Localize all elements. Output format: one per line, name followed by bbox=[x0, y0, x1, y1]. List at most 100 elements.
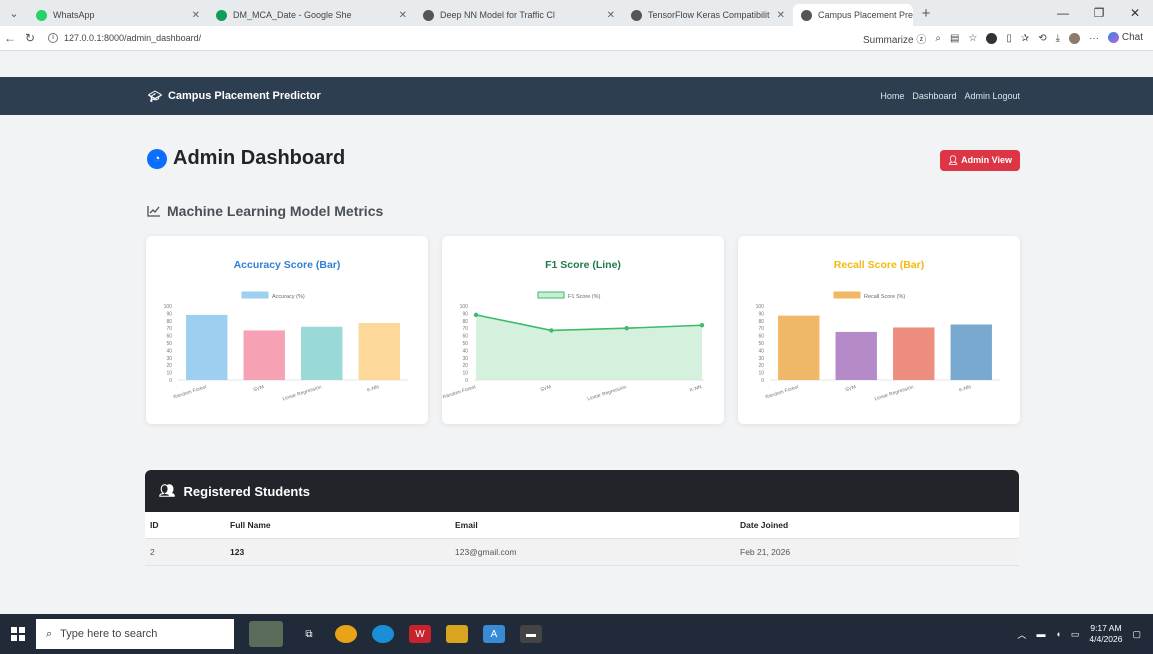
users-icon: 👥︎ bbox=[159, 483, 176, 498]
legend-swatch bbox=[537, 291, 565, 299]
search-page-icon[interactable]: ⌕ bbox=[935, 33, 941, 44]
tab-favicon-icon bbox=[423, 9, 434, 21]
tab-close-icon[interactable]: ✕ bbox=[393, 10, 407, 21]
task-view-icon[interactable]: ⧉ bbox=[298, 625, 320, 643]
minimize-icon[interactable]: — bbox=[1045, 6, 1081, 20]
tab-favicon-icon bbox=[631, 9, 642, 21]
maximize-icon[interactable]: ❐ bbox=[1081, 6, 1117, 20]
y-tick-label: 70 bbox=[166, 326, 172, 332]
volume-icon[interactable]: ◖ bbox=[1055, 629, 1060, 639]
tab-title: TensorFlow Keras Compatibilit bbox=[648, 10, 770, 20]
tab-close-icon[interactable]: ✕ bbox=[771, 10, 785, 21]
y-tick-label: 10 bbox=[462, 371, 468, 377]
y-tick-label: 100 bbox=[756, 304, 765, 310]
extension-icon[interactable] bbox=[986, 32, 998, 44]
y-tick-label: 40 bbox=[758, 348, 764, 354]
tab-favicon-icon bbox=[801, 9, 812, 21]
downloads-icon[interactable]: ⤓ bbox=[1056, 33, 1060, 44]
data-point bbox=[699, 323, 705, 328]
url-field[interactable]: i 127.0.0.1:8000/admin_dashboard/ bbox=[48, 33, 863, 43]
search-icon: ⌕ bbox=[46, 627, 53, 640]
new-tab-button[interactable]: + bbox=[913, 5, 939, 22]
reader-icon[interactable]: ▤ bbox=[950, 33, 959, 44]
tab-close-icon[interactable]: ✕ bbox=[601, 10, 615, 21]
terminal-icon[interactable]: ▬ bbox=[520, 625, 542, 643]
legend-label: Accuracy (%) bbox=[272, 294, 305, 300]
app-icon[interactable]: A bbox=[483, 625, 505, 643]
cell-name: 123 bbox=[225, 538, 450, 566]
clock-date: 4/4/2026 bbox=[1089, 634, 1123, 644]
app-navbar: 🎓︎ Campus Placement Predictor Home Dashb… bbox=[0, 77, 1153, 115]
y-tick-label: 60 bbox=[758, 334, 764, 340]
admin-view-label: Admin View bbox=[961, 155, 1012, 165]
split-screen-icon[interactable]: ▯ bbox=[1006, 33, 1012, 44]
browser-tab[interactable]: Deep NN Model for Traffic Cl ✕ bbox=[415, 4, 623, 26]
keyboard-icon[interactable]: ▭ bbox=[1071, 629, 1080, 640]
y-tick-label: 100 bbox=[164, 304, 173, 310]
notifications-icon[interactable]: ▢ bbox=[1132, 629, 1141, 640]
back-icon[interactable]: ← bbox=[0, 31, 20, 45]
bar bbox=[950, 324, 992, 380]
summarize-button[interactable]: Summarize ⓩ bbox=[863, 31, 926, 46]
tab-close-icon[interactable]: ✕ bbox=[186, 10, 200, 21]
page-title-text: Admin Dashboard bbox=[173, 147, 346, 169]
y-tick-label: 80 bbox=[462, 319, 468, 325]
line-area-fill bbox=[476, 314, 702, 380]
line-chart-icon bbox=[147, 206, 160, 217]
x-tick-label: SVM bbox=[845, 384, 857, 393]
profile-avatar[interactable] bbox=[1069, 32, 1081, 44]
column-header: Date Joined bbox=[735, 512, 1019, 539]
network-icon[interactable]: ▬ bbox=[1036, 629, 1045, 639]
y-tick-label: 50 bbox=[462, 341, 468, 347]
y-tick-label: 10 bbox=[758, 371, 764, 377]
y-tick-label: 90 bbox=[462, 311, 468, 317]
url-text: 127.0.0.1:8000/admin_dashboard/ bbox=[64, 33, 202, 43]
tab-list-icon[interactable]: ⌄ bbox=[0, 7, 28, 20]
history-icon[interactable]: ⟲ bbox=[1038, 33, 1046, 44]
page-header: ◔ Admin Dashboard 👤︎ Admin View bbox=[147, 147, 1020, 179]
start-button[interactable] bbox=[0, 614, 36, 654]
edge-icon[interactable] bbox=[372, 625, 394, 643]
close-window-icon[interactable]: ✕ bbox=[1117, 6, 1153, 20]
x-tick-label: SVM bbox=[540, 384, 552, 393]
site-info-icon[interactable]: i bbox=[48, 33, 58, 43]
brand-link[interactable]: 🎓︎ Campus Placement Predictor bbox=[148, 90, 321, 103]
file-explorer-icon[interactable] bbox=[446, 625, 468, 643]
x-tick-label: SVM bbox=[253, 384, 265, 393]
copilot-chat-button[interactable]: Chat bbox=[1108, 32, 1143, 44]
favorite-icon[interactable]: ☆ bbox=[968, 33, 977, 44]
wps-office-icon[interactable]: W bbox=[409, 625, 431, 643]
y-tick-label: 30 bbox=[166, 356, 172, 362]
x-tick-label: K-NN bbox=[689, 384, 703, 394]
browser-tab[interactable]: TensorFlow Keras Compatibilit ✕ bbox=[623, 4, 793, 26]
user-cog-icon: 👤︎ bbox=[947, 155, 959, 165]
y-tick-label: 20 bbox=[462, 363, 468, 369]
tab-title: DM_MCA_Date - Google She bbox=[233, 10, 352, 20]
y-tick-label: 0 bbox=[465, 378, 468, 384]
nav-dashboard-link[interactable]: Dashboard bbox=[912, 91, 956, 101]
y-tick-label: 70 bbox=[462, 326, 468, 332]
favorites-icon[interactable]: ✰ bbox=[1021, 33, 1029, 44]
chrome-icon[interactable] bbox=[335, 625, 357, 643]
reload-icon[interactable]: ↻ bbox=[20, 31, 40, 45]
accuracy-chart-card: Accuracy Score (Bar) Accuracy (%) 100 90 80… bbox=[146, 236, 428, 424]
windows-logo-icon bbox=[11, 627, 25, 641]
nav-admin-logout-link[interactable]: Admin Logout bbox=[964, 91, 1020, 101]
students-header: 👥︎ Registered Students bbox=[145, 470, 1019, 512]
address-bar: ← ↻ i 127.0.0.1:8000/admin_dashboard/ Su… bbox=[0, 26, 1153, 51]
browser-tab[interactable]: WhatsApp ✕ bbox=[28, 4, 208, 26]
legend-swatch bbox=[241, 291, 269, 299]
table-row: 2 123 123@gmail.com Feb 21, 2026 bbox=[145, 538, 1019, 566]
tab-favicon-icon bbox=[216, 9, 227, 21]
legend-label: F1 Score (%) bbox=[568, 294, 601, 300]
window-controls: — ❐ ✕ bbox=[1045, 6, 1153, 20]
nav-home-link[interactable]: Home bbox=[880, 91, 904, 101]
browser-tab[interactable]: Campus Placement Predictor✕ bbox=[793, 4, 913, 26]
taskbar-search-input[interactable]: ⌕ Type here to search bbox=[36, 619, 234, 649]
browser-tab[interactable]: DM_MCA_Date - Google She ✕ bbox=[208, 4, 415, 26]
show-hidden-icons[interactable]: ︿ bbox=[1017, 628, 1026, 641]
clock[interactable]: 9:17 AM 4/4/2026 bbox=[1089, 623, 1122, 645]
y-tick-label: 40 bbox=[166, 348, 172, 354]
search-highlight-icon[interactable] bbox=[249, 621, 283, 647]
more-menu-icon[interactable]: ··· bbox=[1089, 33, 1099, 44]
